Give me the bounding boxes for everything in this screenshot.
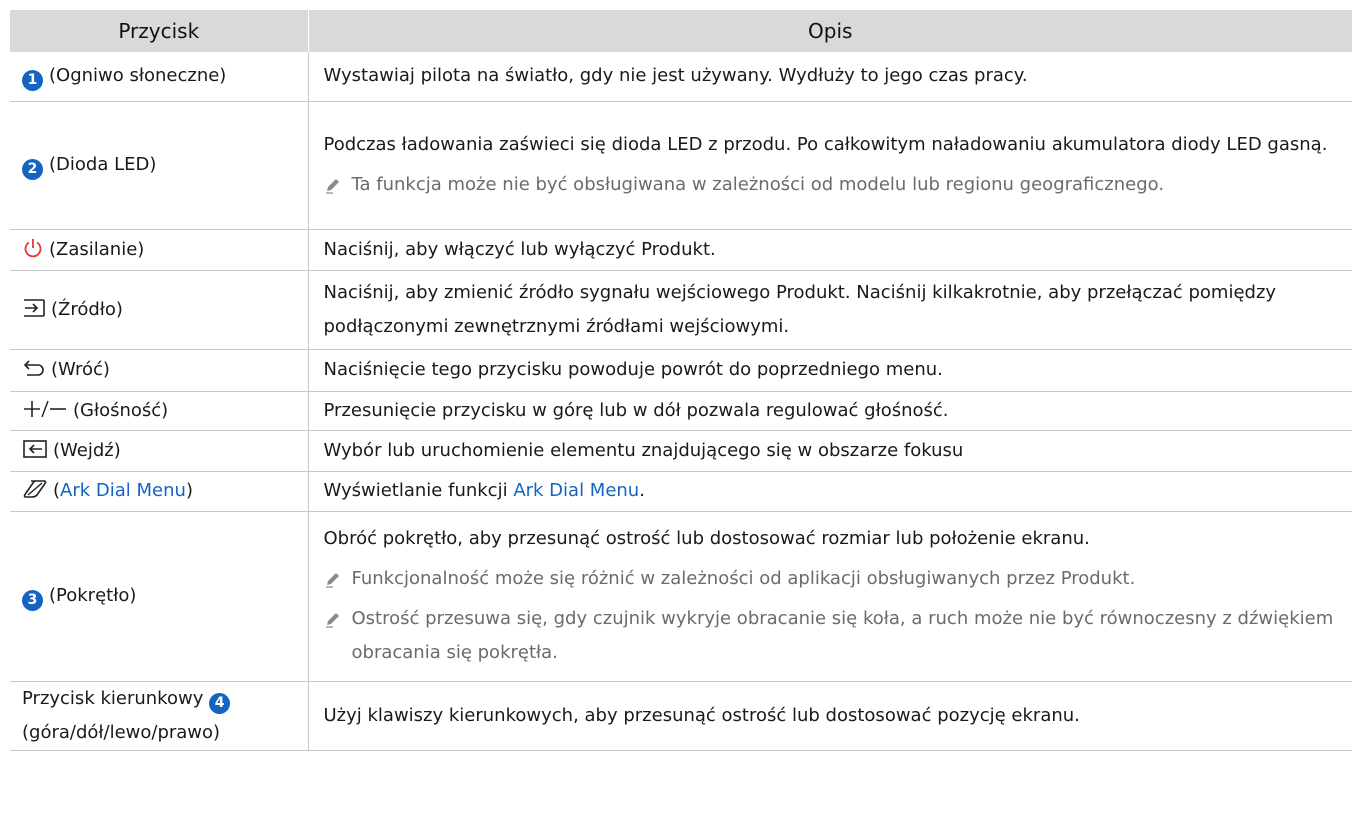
description-text: Podczas ładowania zaświeci się dioda LED… [323,134,1328,155]
button-cell: 2 (Dioda LED) [10,101,308,230]
button-cell: (Ark Dial Menu) [10,471,308,512]
return-arrow-icon [23,360,44,376]
description-cell: Naciśnij, aby zmienić źródło sygnału wej… [307,270,1352,350]
button-label: (Zasilanie) [49,238,145,260]
pencil-note-icon [325,573,339,588]
description-cell: Użyj klawiszy kierunkowych, aby przesuną… [307,681,1352,751]
note: Funkcjonalność może się różnić w zależno… [324,562,1343,596]
table-row-solar: 1 (Ogniwo słoneczne) Wystawiaj pilota na … [10,52,1352,102]
description-cell: Wystawiaj pilota na światło, gdy nie jes… [307,52,1352,102]
button-cell: (Źródło) [10,270,308,350]
table-row-dial: 3 (Pokrętło) Obróć pokrętło, aby przesuną… [10,511,1352,682]
table-row-direction: Przycisk kierunkowy 4 (góra/dół/lewo/pra… [10,681,1352,751]
button-label: (Dioda LED) [49,154,157,175]
note: Ostrość przesuwa się, gdy czujnik wykryj… [324,602,1343,670]
button-label-open: ( [53,480,61,501]
description-text: Obróć pokrętło, aby przesunąć ostrość lu… [323,528,1090,549]
button-label: (Głośność) [73,399,169,421]
button-cell: (Wróć) [10,349,308,392]
source-icon [24,298,45,317]
button-label-line2: (góra/dół/lewo/prawo) [22,721,221,743]
number-badge-4: 4 [209,692,231,714]
header-button: Przycisk [10,10,308,52]
button-cell: (Zasilanie) [10,229,308,271]
note-text: Ta funkcja może nie być obsługiwana w za… [351,174,1165,195]
description-text: Wybór lub uruchomienie elementu znajdują… [323,439,964,461]
description-cell: Przesunięcie przycisku w górę lub w dół … [307,391,1352,431]
ark-dial-menu-link[interactable]: Ark Dial Menu [60,480,186,501]
table-row-enter: (Wejdź) Wybór lub uruchomienie elementu … [10,430,1352,472]
button-cell: Przycisk kierunkowy 4 (góra/dół/lewo/pra… [10,681,308,751]
button-cell: (Wejdź) [10,430,308,472]
number-badge-1: 1 [22,70,43,92]
note-text: Ostrość przesuwa się, gdy czujnik wykryj… [351,608,1334,663]
button-label-close: ) [185,480,193,501]
description-text: Naciśnięcie tego przycisku powoduje powr… [323,359,943,380]
note-text: Funkcjonalność może się różnić w zależno… [351,568,1136,589]
ark-dial-menu-link[interactable]: Ark Dial Menu [513,480,639,501]
table-row-return: (Wróć) Naciśnięcie tego przycisku powodu… [10,349,1352,392]
enter-icon [23,439,47,458]
description-text: Wyświetlanie funkcji [323,480,514,501]
header-description: Opis [307,10,1352,52]
description-text: Wystawiaj pilota na światło, gdy nie jes… [323,65,1028,87]
button-cell: 3 (Pokrętło) [10,511,308,682]
ark-dial-icon [23,480,47,498]
table-row-power: (Zasilanie) Naciśnij, aby włączyć lub wy… [10,229,1352,271]
button-label: (Ogniwo słoneczne) [49,65,227,87]
button-label-line1: Przycisk kierunkowy 4 [22,682,308,716]
note: Ta funkcja może nie być obsługiwana w za… [324,168,1343,202]
button-label: (Źródło) [51,298,123,320]
description-cell: Obróć pokrętło, aby przesunąć ostrość lu… [307,511,1352,682]
description-text: Naciśnij, aby zmienić źródło sygnału wej… [323,281,1277,337]
button-label: (Wróć) [51,359,110,380]
description-text: Naciśnij, aby włączyć lub wyłączyć Produ… [323,238,716,260]
pencil-note-icon [325,613,339,628]
number-badge-3: 3 [22,590,43,611]
table-row-led: 2 (Dioda LED) Podczas ładowania zaświeci … [10,101,1352,230]
description-cell: Wybór lub uruchomienie elementu znajdują… [307,430,1352,472]
button-label: (Wejdź) [53,439,121,461]
description-text: Użyj klawiszy kierunkowych, aby przesuną… [323,704,1080,726]
description-cell: Wyświetlanie funkcji Ark Dial Menu. [307,471,1352,512]
pencil-note-icon [325,179,339,194]
number-badge-2: 2 [22,159,43,180]
button-label: Przycisk kierunkowy [22,687,204,709]
table-header-row: Przycisk Opis [10,10,1352,52]
description-cell: Podczas ładowania zaświeci się dioda LED… [307,101,1352,230]
table-row-volume: (Głośność) Przesunięcie przycisku w górę… [10,391,1352,431]
button-cell: 1 (Ogniwo słoneczne) [10,52,308,102]
description-text: Przesunięcie przycisku w górę lub w dół … [323,399,949,421]
plus-minus-icon [24,400,66,417]
remote-buttons-table: Przycisk Opis 1 (Ogniwo słoneczne) Wystaw… [10,10,1352,751]
table-row-ark: (Ark Dial Menu) Wyświetlanie funkcji Ark… [10,471,1352,512]
description-cell: Naciśnięcie tego przycisku powoduje powr… [307,349,1352,392]
button-cell: (Głośność) [10,391,308,431]
power-icon [24,238,42,257]
description-cell: Naciśnij, aby włączyć lub wyłączyć Produ… [307,229,1352,271]
button-label: (Pokrętło) [49,585,137,606]
table-row-source: (Źródło) Naciśnij, aby zmienić źródło sy… [10,270,1352,350]
description-suffix: . [639,480,645,501]
